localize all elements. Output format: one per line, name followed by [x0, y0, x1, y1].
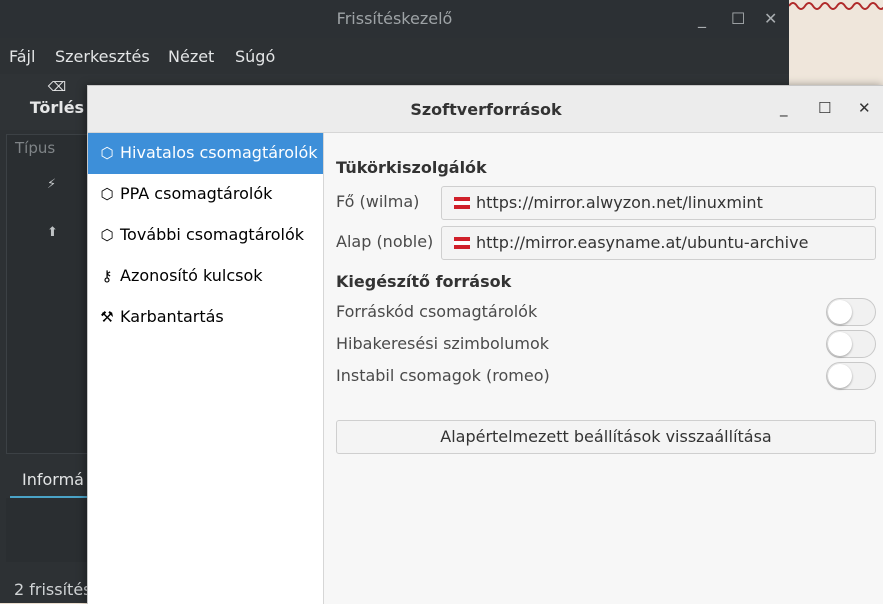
unstable-packages-toggle[interactable]	[826, 362, 876, 390]
menu-view[interactable]: Nézet	[168, 47, 214, 66]
toggle-knob	[828, 364, 852, 388]
sidebar-item-label: PPA csomagtárolók	[120, 184, 273, 203]
bg-titlebar: Frissítéskezelő _ ☐ ✕	[0, 0, 789, 38]
key-icon: ⚷	[101, 267, 113, 285]
restore-defaults-button[interactable]: Alapértelmezett beállítások visszaállítá…	[336, 420, 876, 454]
close-button[interactable]: ✕	[858, 99, 871, 117]
source-code-label: Forráskód csomagtárolók	[336, 302, 538, 321]
menu-file[interactable]: Fájl	[9, 47, 35, 66]
menu-edit[interactable]: Szerkesztés	[55, 47, 150, 66]
mirrors-section-title: Tükörkiszolgálók	[336, 158, 487, 177]
dialog-titlebar: Szoftverforrások _ ☐ ✕	[88, 86, 883, 133]
sidebar-item-label: Karbantartás	[120, 307, 224, 326]
column-header-type[interactable]: Típus	[15, 139, 55, 157]
sidebar-item-official[interactable]: ⬡ Hivatalos csomagtárolók	[88, 133, 323, 174]
software-sources-dialog: Szoftverforrások _ ☐ ✕ ⬡ Hivatalos csoma…	[87, 85, 883, 604]
unstable-packages-label: Instabil csomagok (romeo)	[336, 366, 550, 385]
debug-symbols-toggle[interactable]	[826, 330, 876, 358]
sidebar-item-label: További csomagtárolók	[120, 225, 305, 244]
austria-flag-icon	[454, 197, 470, 209]
minimize-button[interactable]: _	[780, 99, 788, 117]
debug-symbols-label: Hibakeresési szimbolumok	[336, 334, 550, 353]
bg-maximize-button[interactable]: ☐	[731, 9, 745, 28]
toggle-knob	[828, 332, 852, 356]
sidebar-item-label: Hivatalos csomagtárolók	[120, 143, 318, 162]
base-mirror-label: Alap (noble)	[336, 232, 434, 251]
bg-minimize-button[interactable]: _	[698, 9, 706, 28]
package-icon: ⬡	[100, 226, 114, 244]
source-code-toggle[interactable]	[826, 298, 876, 326]
sidebar-item-additional[interactable]: ⬡ További csomagtárolók	[88, 215, 323, 256]
restore-defaults-label: Alapértelmezett beállítások visszaállítá…	[440, 427, 772, 446]
maintenance-icon: ⚒	[100, 308, 114, 326]
tab-information[interactable]: Informá	[10, 460, 90, 498]
delete-button[interactable]: ⌫ Törlés	[22, 80, 92, 117]
main-mirror-button[interactable]: https://mirror.alwyzon.net/linuxmint	[441, 186, 876, 220]
tab-information-label: Informá	[22, 470, 84, 489]
security-update-icon: ⚡	[47, 177, 57, 192]
status-text: 2 frissítés	[14, 580, 92, 599]
package-update-icon: ⬆	[47, 225, 58, 240]
menubar: Fájl Szerkesztés Nézet Súgó	[0, 40, 789, 74]
information-panel	[6, 498, 88, 562]
backspace-icon: ⌫	[47, 80, 67, 95]
sidebar-item-keys[interactable]: ⚷ Azonosító kulcsok	[88, 256, 323, 297]
toggle-knob	[828, 300, 852, 324]
sidebar-item-maintenance[interactable]: ⚒ Karbantartás	[88, 297, 323, 338]
update-list[interactable]: Típus ⚡ ⬆	[6, 134, 90, 454]
package-icon: ⬡	[100, 144, 114, 162]
decorative-wave	[789, 2, 883, 10]
main-mirror-url: https://mirror.alwyzon.net/linuxmint	[476, 193, 763, 212]
maximize-button[interactable]: ☐	[818, 99, 831, 117]
main-mirror-label: Fő (wilma)	[336, 192, 420, 211]
menu-help[interactable]: Súgó	[235, 47, 275, 66]
optional-sources-title: Kiegészítő források	[336, 272, 512, 291]
delete-label: Törlés	[29, 98, 85, 117]
bg-close-button[interactable]: ✕	[764, 9, 777, 28]
desktop-background	[789, 0, 883, 86]
content-panel: Tükörkiszolgálók Fő (wilma) https://mirr…	[324, 133, 883, 604]
base-mirror-button[interactable]: http://mirror.easyname.at/ubuntu-archive	[441, 226, 876, 260]
austria-flag-icon	[454, 237, 470, 249]
dialog-title: Szoftverforrások	[410, 100, 562, 119]
sidebar-item-label: Azonosító kulcsok	[120, 266, 263, 285]
sidebar: ⬡ Hivatalos csomagtárolók ⬡ PPA csomagtá…	[88, 133, 324, 604]
bg-window-title: Frissítéskezelő	[336, 9, 453, 28]
package-icon: ⬡	[100, 185, 114, 203]
sidebar-item-ppa[interactable]: ⬡ PPA csomagtárolók	[88, 174, 323, 215]
base-mirror-url: http://mirror.easyname.at/ubuntu-archive	[476, 233, 809, 252]
